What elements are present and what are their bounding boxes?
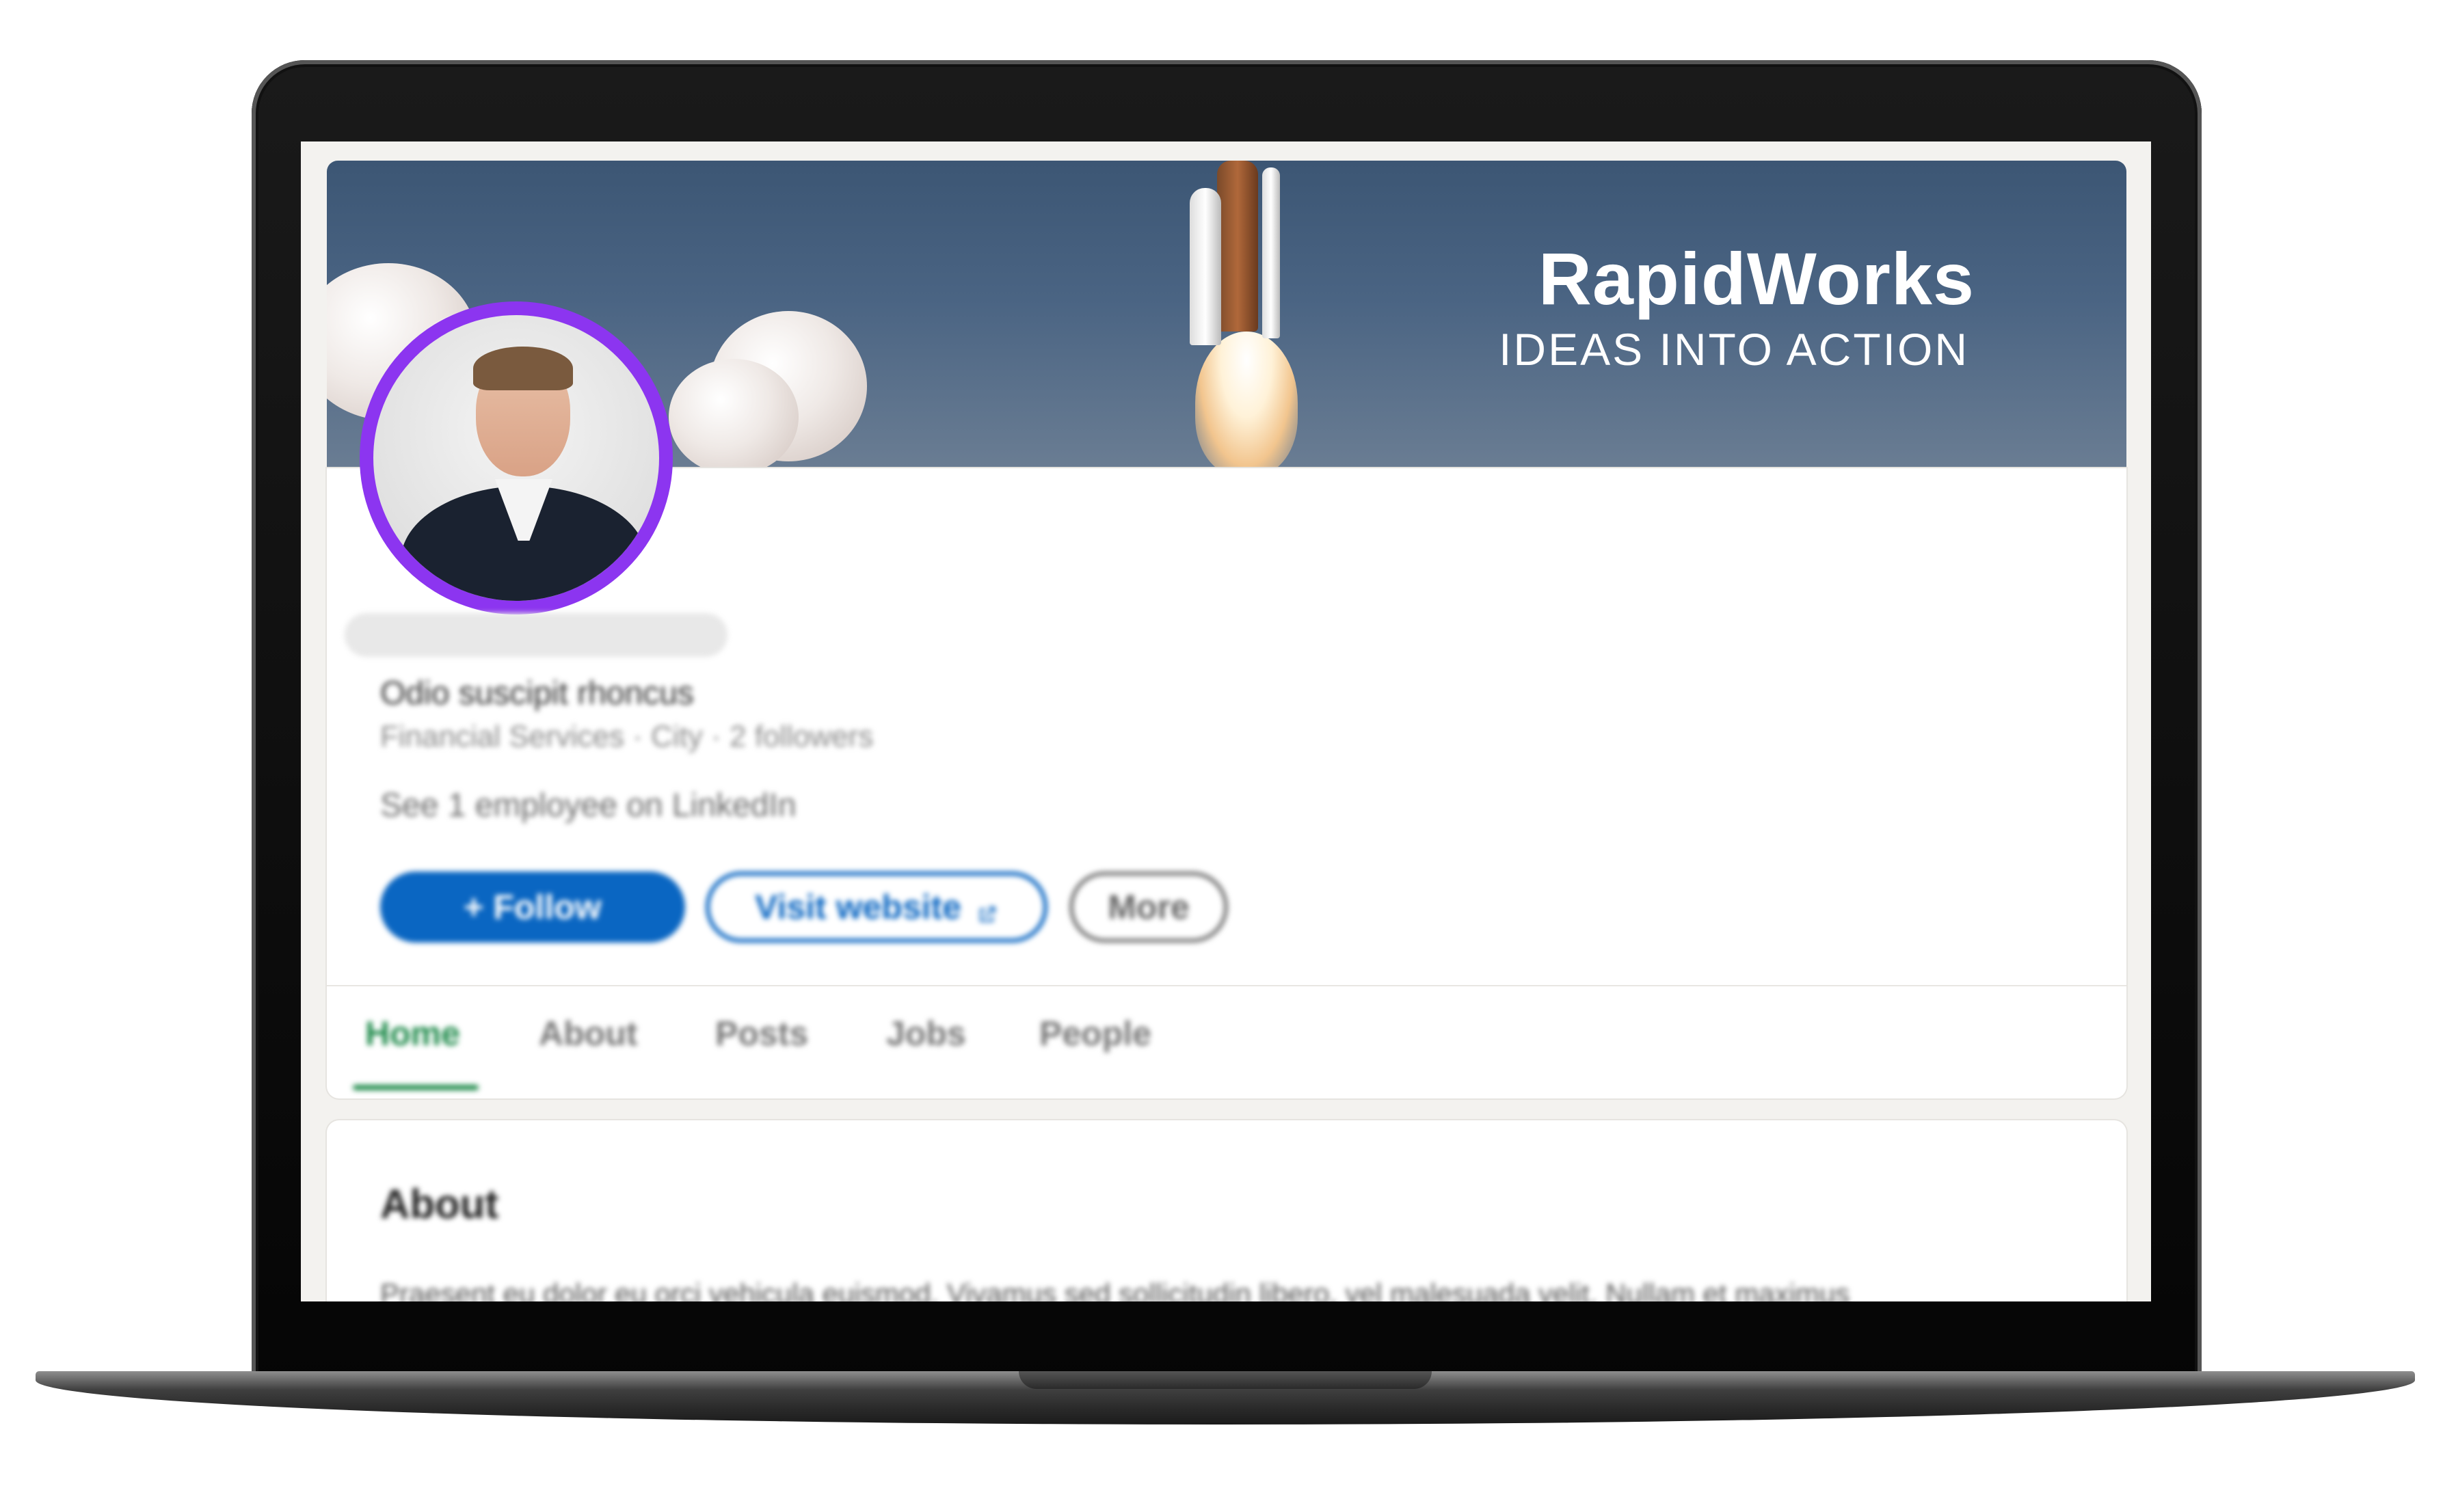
about-card	[327, 1120, 2126, 1301]
rocket-booster	[1262, 167, 1280, 338]
follow-button[interactable]: + Follow	[380, 872, 685, 943]
rocket-orbiter	[1190, 188, 1221, 345]
more-label: More	[1108, 888, 1190, 926]
cloud-right-2	[669, 359, 799, 468]
tabs-divider	[327, 985, 2126, 986]
visit-label: Visit website	[755, 888, 961, 926]
name-placeholder	[345, 613, 727, 657]
active-tab-indicator	[353, 1085, 479, 1090]
company-name: Odio suscipit rhoncus	[380, 675, 694, 712]
tab-about[interactable]: About	[539, 1014, 637, 1053]
avatar[interactable]	[360, 301, 673, 615]
follow-label: + Follow	[464, 888, 602, 926]
avatar-hair	[473, 347, 573, 390]
employees-link[interactable]: See 1 employee on LinkedIn	[380, 787, 796, 824]
external-link-icon	[975, 895, 998, 922]
tab-jobs[interactable]: Jobs	[886, 1014, 966, 1053]
rocket-tank	[1217, 161, 1258, 332]
visit-website-button[interactable]: Visit website	[706, 872, 1047, 943]
company-meta: Financial Services · City · 2 followers	[380, 720, 874, 753]
tab-people[interactable]: People	[1039, 1014, 1151, 1053]
screen: RapidWorks IDEAS INTO ACTION Odio suscip…	[301, 141, 2151, 1301]
brand-title: RapidWorks	[1538, 237, 1975, 320]
about-text: Praesent eu dolor eu orci vehicula euism…	[380, 1278, 1850, 1301]
laptop-notch	[1019, 1371, 1432, 1389]
rocket-flame	[1195, 332, 1298, 468]
more-button[interactable]: More	[1069, 872, 1228, 943]
brand-tagline: IDEAS INTO ACTION	[1499, 324, 1969, 375]
about-heading: About	[380, 1181, 499, 1227]
tab-home[interactable]: Home	[365, 1014, 460, 1053]
tab-posts[interactable]: Posts	[715, 1014, 808, 1053]
